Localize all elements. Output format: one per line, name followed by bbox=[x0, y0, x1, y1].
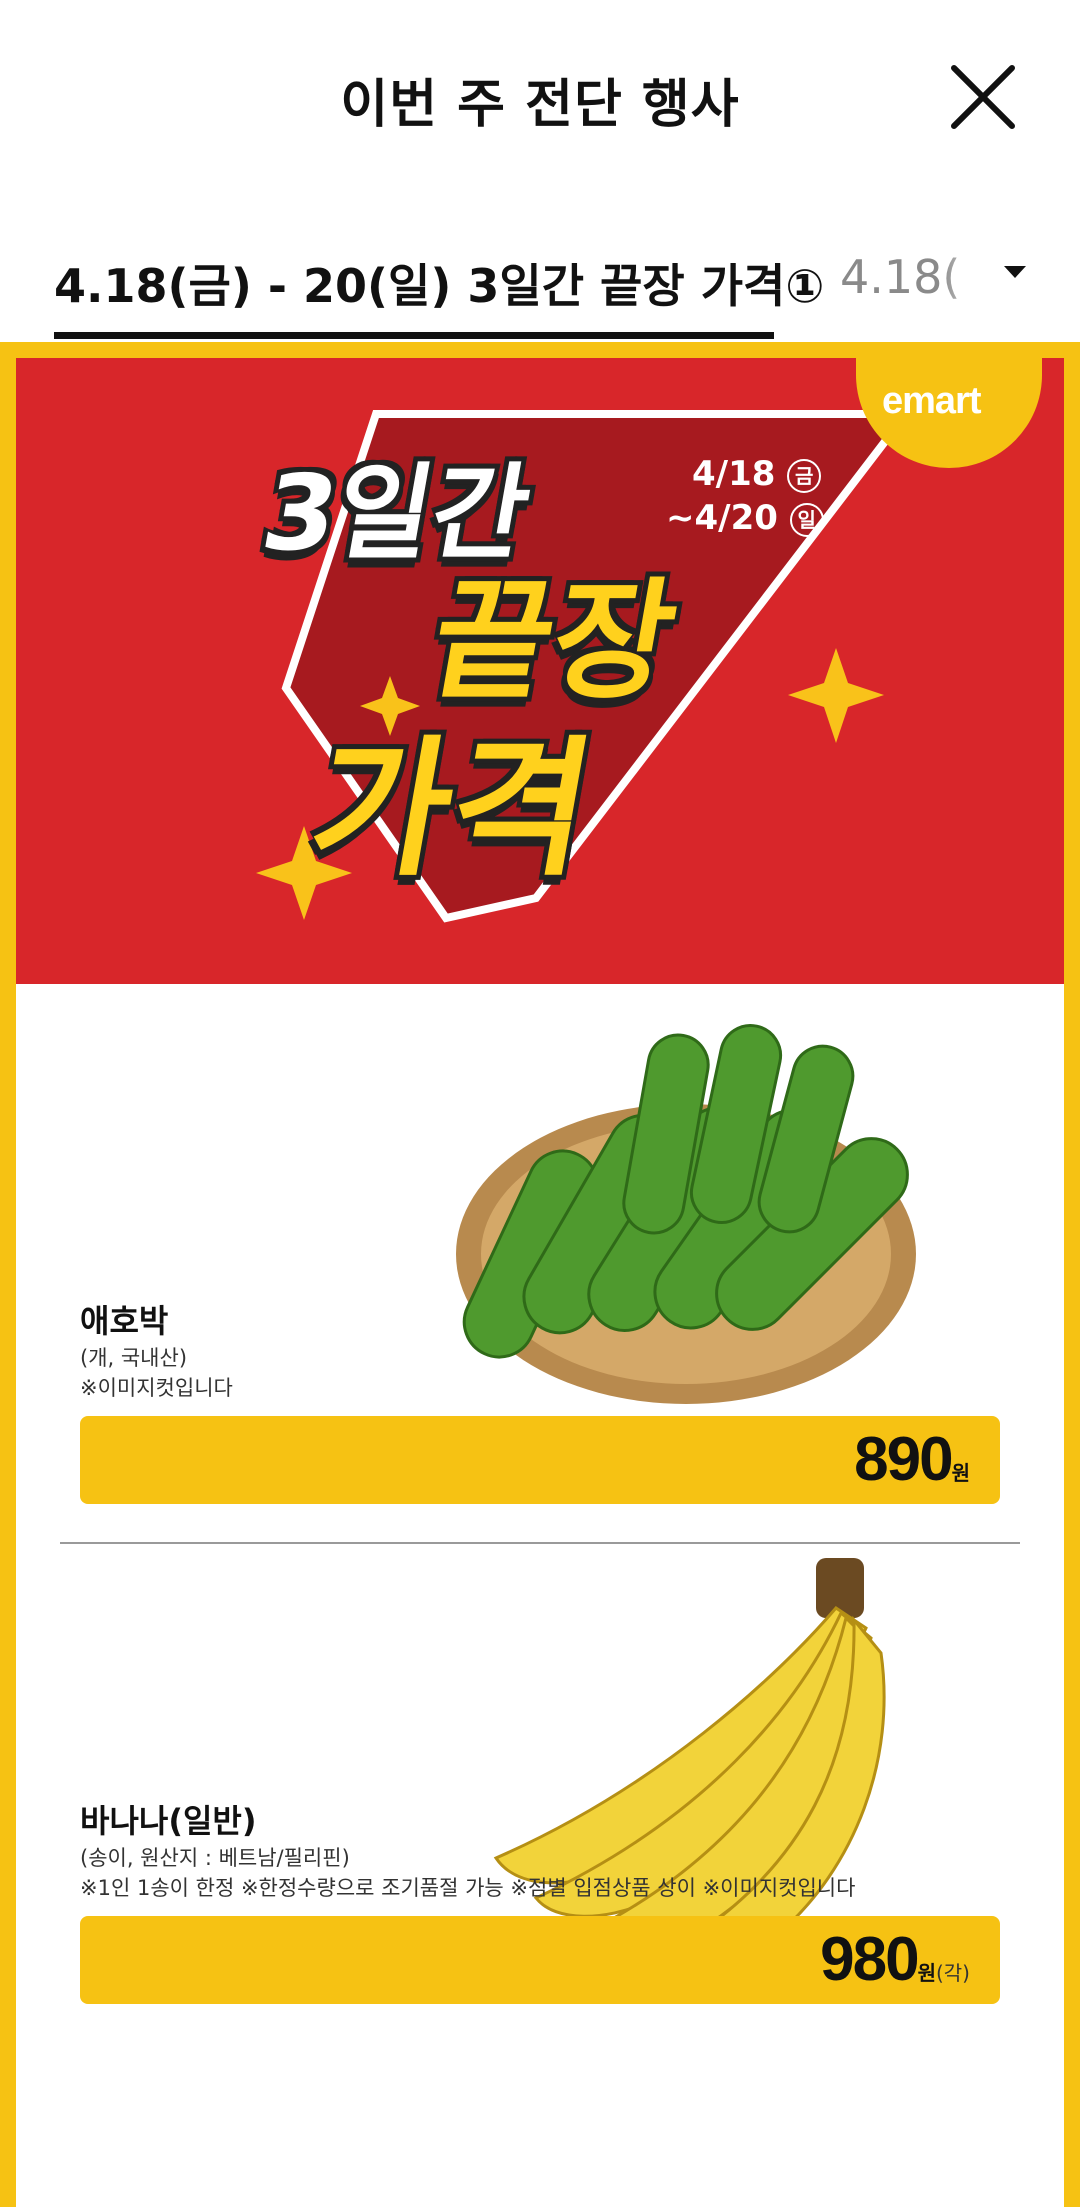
price-label: 890원 bbox=[854, 1424, 970, 1495]
promo-banner: 3일간 끝장 가격 4/18 금 ~4/20 일 emart bbox=[16, 358, 1064, 984]
price-label: 980원(각) bbox=[820, 1924, 970, 1995]
price-value: 980 bbox=[820, 1925, 919, 1994]
banner-date-end: ~4/20 일 bbox=[666, 498, 824, 538]
product-origin: (송이, 원산지 : 베트남/필리핀) bbox=[80, 1846, 350, 1870]
flyer-frame: 3일간 끝장 가격 4/18 금 ~4/20 일 emart 애호박 (개, 국… bbox=[0, 342, 1080, 2207]
close-button[interactable] bbox=[948, 62, 1018, 132]
price-unit: 원 bbox=[917, 1961, 936, 1985]
active-tab-indicator bbox=[54, 332, 774, 339]
zucchini-image bbox=[456, 1024, 916, 1404]
tab-3day-price-1[interactable]: 4.18(금) - 20(일) 3일간 끝장 가격① bbox=[54, 250, 824, 316]
product-card-banana[interactable]: 바나나(일반) (송이, 원산지 : 베트남/필리핀) ※1인 1송이 한정 ※… bbox=[16, 1548, 1064, 2207]
emart-logo: emart bbox=[882, 380, 981, 422]
product-origin: (개, 국내산) bbox=[80, 1346, 188, 1370]
banner-headline-3: 가격 bbox=[298, 723, 605, 897]
product-name: 바나나(일반) bbox=[80, 1802, 257, 1840]
flyer-content: 3일간 끝장 가격 4/18 금 ~4/20 일 emart 애호박 (개, 국… bbox=[16, 358, 1064, 2207]
header: 이번 주 전단 행사 bbox=[0, 0, 1080, 200]
tab-bar: 4.18(금) - 20(일) 3일간 끝장 가격① 4.18( bbox=[0, 240, 1080, 340]
product-name: 애호박 bbox=[80, 1302, 169, 1340]
price-unit: 원 bbox=[951, 1461, 970, 1485]
price-suffix: (각) bbox=[935, 1961, 970, 1985]
sparkle-icon bbox=[788, 648, 884, 743]
product-note: ※1인 1송이 한정 ※한정수량으로 조기품절 가능 ※점별 입점상품 상이 ※… bbox=[80, 1876, 856, 1900]
tab-dropdown-button[interactable] bbox=[990, 240, 1080, 330]
page-title: 이번 주 전단 행사 bbox=[340, 75, 740, 135]
divider bbox=[60, 1542, 1020, 1544]
banner-date-start: 4/18 금 bbox=[692, 454, 822, 494]
price-value: 890 bbox=[854, 1425, 953, 1494]
close-icon bbox=[951, 65, 1015, 129]
price-bar: 890원 bbox=[80, 1416, 1000, 1504]
product-note: ※이미지컷입니다 bbox=[80, 1376, 233, 1400]
caret-down-icon bbox=[1004, 266, 1026, 278]
price-bar: 980원(각) bbox=[80, 1916, 1000, 2004]
